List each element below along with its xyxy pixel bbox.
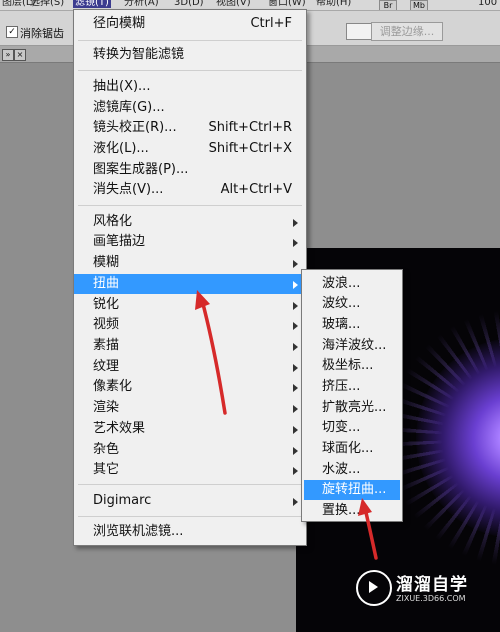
submenu-arrow-icon <box>293 498 298 506</box>
menu-item-lens-correction[interactable]: 镜头校正(R)... Shift+Ctrl+R <box>74 118 306 138</box>
submenu-arrow-icon <box>293 405 298 413</box>
menu-item-sketch[interactable]: 素描 <box>74 336 306 356</box>
watermark-url: ZIXUE.3D66.COM <box>396 594 466 603</box>
menu-item-vanishing-point[interactable]: 消失点(V)... Alt+Ctrl+V <box>74 180 306 200</box>
play-icon <box>356 570 392 606</box>
refine-edge-button[interactable]: 调整边缘... <box>371 22 443 41</box>
close-icon[interactable]: × <box>14 49 26 61</box>
menu-item-render[interactable]: 渲染 <box>74 398 306 418</box>
submenu-arrow-icon <box>293 260 298 268</box>
menu-filter[interactable]: 滤镜(T) <box>73 0 111 8</box>
menu-3d[interactable]: 3D(D) <box>174 0 204 8</box>
submenu-arrow-icon <box>293 219 298 227</box>
menu-divider <box>78 516 302 517</box>
submenu-item-pinch[interactable]: 挤压... <box>302 377 402 397</box>
submenu-arrow-icon <box>293 343 298 351</box>
menu-item-pattern-maker[interactable]: 图案生成器(P)... <box>74 160 306 180</box>
zoom-level: 100 <box>478 0 498 8</box>
menu-item-browse-online[interactable]: 浏览联机滤镜... <box>74 522 306 542</box>
watermark-logo: 溜溜自学 ZIXUE.3D66.COM <box>352 564 470 612</box>
minibridge-button[interactable]: Mb <box>410 0 428 10</box>
menu-item-filter-gallery[interactable]: 滤镜库(G)... <box>74 98 306 118</box>
submenu-arrow-icon <box>293 364 298 372</box>
submenu-item-diffuse-glow[interactable]: 扩散亮光... <box>302 398 402 418</box>
submenu-arrow-icon <box>293 322 298 330</box>
antialias-checkbox[interactable]: ✓ <box>6 26 18 38</box>
menu-select[interactable]: 选择(S) <box>30 0 64 8</box>
submenu-item-spherize[interactable]: 球面化... <box>302 439 402 459</box>
menu-item-last-filter[interactable]: 径向模糊 Ctrl+F <box>74 14 306 34</box>
menu-item-brush-strokes[interactable]: 画笔描边 <box>74 232 306 252</box>
watermark-name: 溜溜自学 <box>396 575 468 595</box>
submenu-item-glass[interactable]: 玻璃... <box>302 315 402 335</box>
menu-divider <box>78 205 302 206</box>
menu-item-pixelate[interactable]: 像素化 <box>74 377 306 397</box>
checkbox-icon: ✓ <box>8 27 16 37</box>
menu-help[interactable]: 帮助(H) <box>316 0 351 8</box>
menu-item-artistic[interactable]: 艺术效果 <box>74 419 306 439</box>
menu-item-convert-smart-filter[interactable]: 转换为智能滤镜 <box>74 45 306 65</box>
distort-submenu: 波浪... 波纹... 玻璃... 海洋波纹... 极坐标... 挤压... 扩… <box>301 269 403 522</box>
menu-item-noise[interactable]: 杂色 <box>74 440 306 460</box>
submenu-arrow-icon <box>293 384 298 392</box>
tab-collapse-icon[interactable]: » <box>2 49 14 61</box>
submenu-arrow-icon <box>293 447 298 455</box>
menu-divider <box>78 70 302 71</box>
submenu-arrow-icon <box>293 239 298 247</box>
submenu-item-ripple[interactable]: 波纹... <box>302 294 402 314</box>
menu-view[interactable]: 视图(V) <box>216 0 251 8</box>
submenu-item-ocean-ripple[interactable]: 海洋波纹... <box>302 336 402 356</box>
menu-item-other[interactable]: 其它 <box>74 460 306 480</box>
bridge-button[interactable]: Br <box>379 0 397 10</box>
menu-item-digimarc[interactable]: Digimarc <box>74 491 306 511</box>
menu-item-stylize[interactable]: 风格化 <box>74 212 306 232</box>
submenu-item-displace[interactable]: 置换... <box>302 501 402 521</box>
menu-divider <box>78 484 302 485</box>
submenu-item-wave[interactable]: 波浪... <box>302 274 402 294</box>
submenu-item-polar-coordinates[interactable]: 极坐标... <box>302 356 402 376</box>
submenu-item-zigzag[interactable]: 水波... <box>302 460 402 480</box>
submenu-arrow-icon <box>293 467 298 475</box>
menu-analysis[interactable]: 分析(A) <box>124 0 159 8</box>
menu-divider <box>78 40 302 41</box>
menu-item-sharpen[interactable]: 锐化 <box>74 295 306 315</box>
submenu-item-shear[interactable]: 切变... <box>302 418 402 438</box>
menu-item-blur[interactable]: 模糊 <box>74 253 306 273</box>
menu-item-texture[interactable]: 纹理 <box>74 357 306 377</box>
filter-menu: 径向模糊 Ctrl+F 转换为智能滤镜 抽出(X)... 滤镜库(G)... 镜… <box>73 9 307 546</box>
menu-item-video[interactable]: 视频 <box>74 315 306 335</box>
submenu-arrow-icon <box>293 281 298 289</box>
submenu-arrow-icon <box>293 426 298 434</box>
menu-item-liquify[interactable]: 液化(L)... Shift+Ctrl+X <box>74 139 306 159</box>
menu-window[interactable]: 窗口(W) <box>268 0 306 8</box>
menu-item-distort[interactable]: 扭曲 <box>74 274 306 294</box>
antialias-label: 消除锯齿 <box>20 27 64 40</box>
submenu-item-twirl[interactable]: 旋转扭曲... <box>304 480 400 500</box>
submenu-arrow-icon <box>293 302 298 310</box>
menu-item-extract[interactable]: 抽出(X)... <box>74 77 306 97</box>
